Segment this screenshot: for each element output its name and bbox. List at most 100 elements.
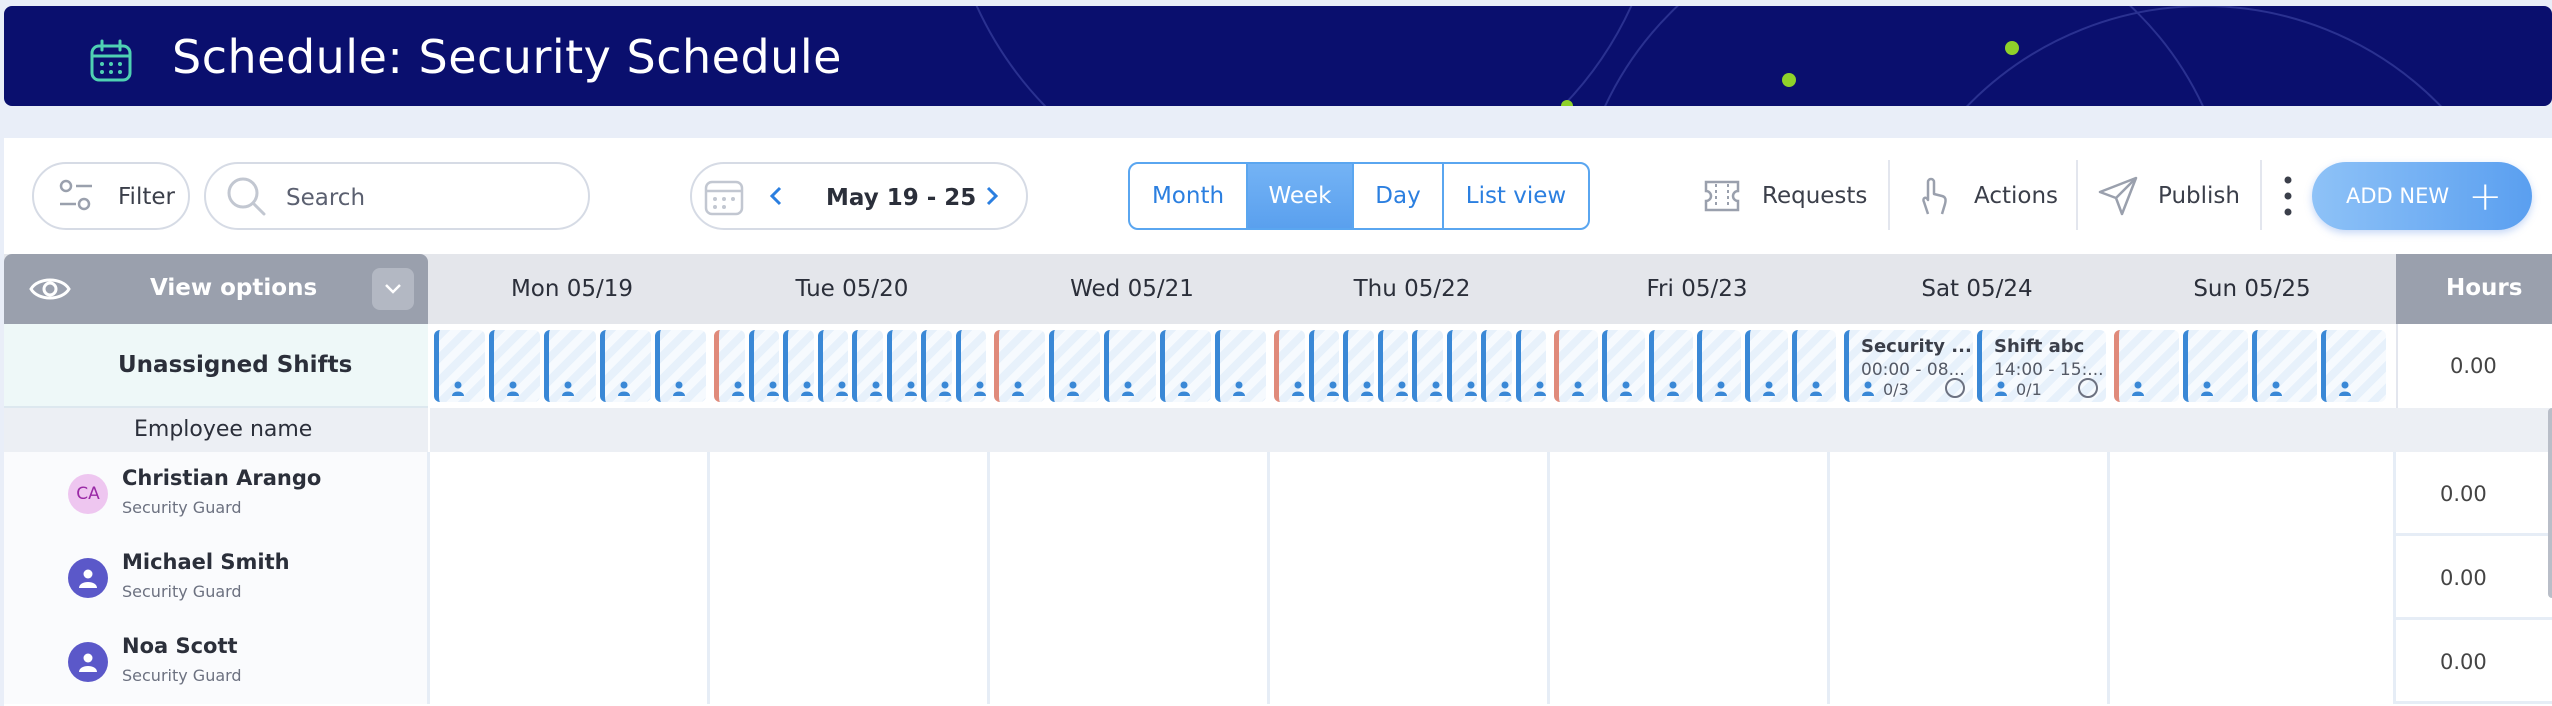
search-placeholder: Search — [286, 185, 366, 211]
schedule-cell[interactable] — [990, 452, 1270, 536]
schedule-cell[interactable] — [1270, 536, 1550, 620]
unassigned-shift-card[interactable] — [1343, 330, 1374, 402]
view-month-button[interactable]: Month — [1130, 164, 1248, 228]
unassigned-shift-card[interactable] — [654, 330, 706, 402]
schedule-cell[interactable] — [1550, 536, 1830, 620]
unassigned-shift-card[interactable] — [1792, 330, 1836, 402]
edit-icon[interactable] — [1945, 378, 1965, 398]
filter-icon — [59, 179, 92, 211]
schedule-cell[interactable] — [430, 536, 710, 620]
unassigned-shift-card[interactable] — [714, 330, 745, 402]
unassigned-shift-card[interactable]: Security ... 00:00 - 08... 0/3 — [1844, 330, 1973, 402]
person-icon — [2269, 380, 2285, 396]
unassigned-shift-card[interactable] — [1159, 330, 1211, 402]
unassigned-shift-card[interactable] — [1601, 330, 1646, 402]
schedule-cell[interactable] — [1550, 452, 1830, 536]
schedule-cell[interactable] — [2110, 536, 2396, 620]
person-icon — [800, 380, 814, 396]
unassigned-shift-card[interactable] — [489, 330, 541, 402]
employee-info[interactable]: Michael Smith Security Guard — [4, 536, 430, 620]
unassigned-shift-card[interactable] — [921, 330, 952, 402]
view-options-button[interactable]: View options — [4, 254, 428, 324]
filter-button[interactable]: Filter — [32, 162, 190, 230]
search-input[interactable]: Search — [204, 162, 590, 230]
add-new-button[interactable]: ADD NEW + — [2312, 162, 2532, 230]
schedule-cell[interactable] — [2110, 620, 2396, 704]
unassigned-shift-card[interactable] — [544, 330, 596, 402]
publish-button[interactable]: Publish — [2096, 162, 2240, 230]
unassigned-shift-card[interactable] — [1515, 330, 1546, 402]
unassigned-shift-card[interactable] — [1214, 330, 1266, 402]
more-options-icon[interactable] — [2284, 174, 2292, 218]
unassigned-shift-card[interactable] — [852, 330, 883, 402]
employee-info[interactable]: Noa Scott Security Guard — [4, 620, 430, 704]
schedule-cell[interactable] — [990, 536, 1270, 620]
chevron-left-icon[interactable] — [766, 184, 786, 208]
unassigned-shift-card[interactable] — [748, 330, 779, 402]
chevron-right-icon[interactable] — [982, 184, 1002, 208]
toolbar-divider — [2260, 160, 2262, 230]
employee-role: Security Guard — [122, 582, 242, 601]
unassigned-shift-card[interactable] — [599, 330, 651, 402]
unassigned-shift-card[interactable] — [886, 330, 917, 402]
unassigned-shift-card[interactable] — [2321, 330, 2386, 402]
employee-name: Michael Smith — [122, 550, 290, 574]
employee-info[interactable]: CA Christian Arango Security Guard — [4, 452, 430, 536]
unassigned-shift-card[interactable] — [817, 330, 848, 402]
unassigned-shift-card[interactable] — [1412, 330, 1443, 402]
unassigned-shift-card[interactable] — [1697, 330, 1741, 402]
calendar-icon[interactable] — [702, 174, 746, 218]
unassigned-shift-card[interactable]: Shift abc 14:00 - 15:... 0/1 — [1977, 330, 2106, 402]
view-list-button[interactable]: List view — [1444, 164, 1588, 228]
view-day-button[interactable]: Day — [1354, 164, 1444, 228]
unassigned-shift-card[interactable] — [1308, 330, 1339, 402]
unassigned-shift-card[interactable] — [2114, 330, 2179, 402]
requests-button[interactable]: Requests — [1700, 162, 1867, 230]
schedule-cell[interactable] — [710, 536, 990, 620]
day-header-sun: Sun 05/25 — [2193, 276, 2311, 302]
unassigned-shift-card[interactable] — [1481, 330, 1512, 402]
schedule-cell[interactable] — [1830, 452, 2110, 536]
schedule-cell[interactable] — [1830, 536, 2110, 620]
unassigned-shift-card[interactable] — [1554, 330, 1598, 402]
date-range-picker: May 19 - 25 — [690, 162, 1028, 230]
schedule-cell[interactable] — [430, 452, 710, 536]
view-week-button[interactable]: Week — [1248, 164, 1354, 228]
unassigned-shift-card[interactable] — [1744, 330, 1789, 402]
unassigned-shift-card[interactable] — [994, 330, 1046, 402]
schedule-cell[interactable] — [1830, 620, 2110, 704]
schedule-cell[interactable] — [1550, 620, 1830, 704]
edit-icon[interactable] — [2078, 378, 2098, 398]
unassigned-shift-card[interactable] — [783, 330, 814, 402]
actions-button[interactable]: Actions — [1912, 162, 2058, 230]
schedule-cell[interactable] — [1270, 452, 1550, 536]
person-icon — [1066, 380, 1082, 396]
view-options-label: View options — [150, 275, 318, 301]
person-icon — [1498, 380, 1512, 396]
unassigned-shift-card[interactable] — [1274, 330, 1305, 402]
unassigned-shift-card[interactable] — [1049, 330, 1101, 402]
chevron-down-icon[interactable] — [372, 268, 414, 310]
day-header-thu: Thu 05/22 — [1353, 276, 1471, 302]
schedule-cell[interactable] — [710, 620, 990, 704]
schedule-cell[interactable] — [2110, 452, 2396, 536]
schedule-cell[interactable] — [710, 452, 990, 536]
unassigned-shift-card[interactable] — [1649, 330, 1693, 402]
unassigned-shift-card[interactable] — [1104, 330, 1156, 402]
person-icon — [1619, 380, 1635, 396]
unassigned-shift-card[interactable] — [1446, 330, 1477, 402]
unassigned-shift-card[interactable] — [434, 330, 486, 402]
person-icon — [869, 380, 883, 396]
unassigned-hours: 0.00 — [2396, 324, 2552, 408]
schedule-cell[interactable] — [430, 620, 710, 704]
employee-hours: 0.00 — [2440, 650, 2487, 674]
person-icon — [1994, 380, 2010, 396]
unassigned-shift-card[interactable] — [1377, 330, 1408, 402]
schedule-cell[interactable] — [1270, 620, 1550, 704]
unassigned-shift-card[interactable] — [2183, 330, 2248, 402]
unassigned-shift-card[interactable] — [955, 330, 986, 402]
person-icon — [1861, 380, 1877, 396]
unassigned-shift-card[interactable] — [2252, 330, 2317, 402]
schedule-cell[interactable] — [990, 620, 1270, 704]
vertical-scrollbar[interactable] — [2548, 408, 2552, 598]
